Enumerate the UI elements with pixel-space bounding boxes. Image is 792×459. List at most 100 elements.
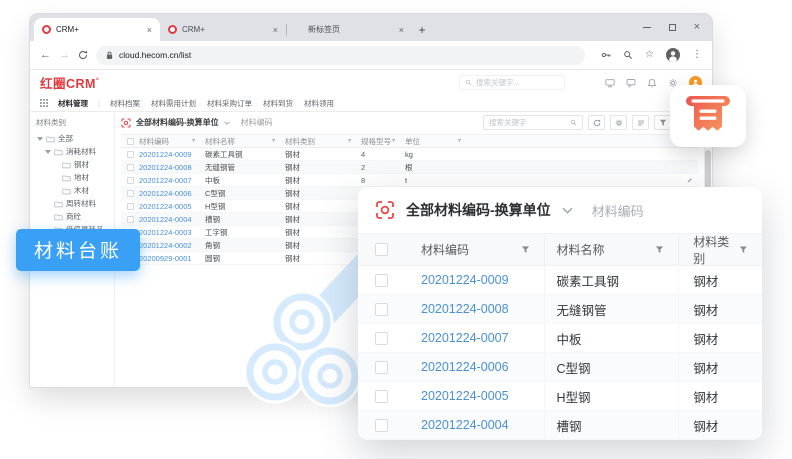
filter-funnel-icon[interactable] (739, 245, 748, 255)
filter-funnel-icon[interactable] (457, 138, 462, 144)
table-row[interactable]: 20201224-0008 无缝钢管 钢材 2 根 (121, 161, 698, 174)
browser-tab[interactable]: CRM+ × (160, 18, 286, 41)
material-code-link[interactable]: 20201224-0006 (404, 353, 545, 381)
close-button[interactable]: × (694, 22, 700, 33)
material-code-link[interactable]: 20201224-0007 (139, 176, 205, 185)
row-checkbox[interactable] (375, 361, 388, 374)
view-title[interactable]: 全部材料编码-换算单位 (136, 117, 219, 128)
overlay-table-row[interactable]: 20201224-0008 无缝钢管 钢材 (358, 295, 762, 324)
url-bar[interactable]: cloud.hecom.cn/list (96, 46, 585, 65)
new-tab-button[interactable]: + (412, 18, 432, 41)
columns-button[interactable] (632, 115, 649, 130)
column-header[interactable]: 单位 (405, 135, 471, 147)
select-all-checkbox[interactable] (375, 243, 388, 256)
back-icon[interactable]: ← (40, 50, 51, 61)
column-header[interactable]: 材料编码 (139, 135, 205, 147)
nav-item[interactable]: 材料领用 (304, 98, 334, 109)
tree-item[interactable]: 周转材料 (36, 197, 114, 210)
tree-item[interactable]: 消耗材料 (36, 145, 114, 158)
tab-close-icon[interactable]: × (273, 25, 278, 35)
column-header[interactable]: 材料名称 (205, 135, 285, 147)
row-checkbox[interactable] (375, 390, 388, 403)
tree-item[interactable]: 地材 (36, 171, 114, 184)
scan-expand-icon[interactable] (121, 118, 131, 128)
profile-avatar-icon[interactable] (666, 48, 680, 62)
tree-item[interactable]: 木材 (36, 184, 114, 197)
material-code-link[interactable]: 20200929-0001 (139, 254, 205, 263)
row-checkbox[interactable] (127, 151, 134, 158)
nav-item[interactable]: 材料需用计划 (151, 98, 196, 109)
tree-item[interactable]: 商砼 (36, 210, 114, 223)
column-header[interactable]: 材料编码 (404, 234, 545, 265)
row-checkbox[interactable] (127, 177, 134, 184)
caret-down-icon[interactable] (37, 137, 43, 141)
material-code-link[interactable]: 20201224-0009 (139, 150, 205, 159)
browser-menu-icon[interactable]: ⋮ (692, 50, 702, 60)
browser-tab[interactable]: CRM+ × (34, 18, 160, 41)
key-icon[interactable] (601, 50, 611, 60)
column-header[interactable]: 材料类别 (285, 135, 361, 147)
row-checkbox[interactable] (127, 216, 134, 223)
select-all-checkbox[interactable] (127, 138, 134, 145)
row-checkbox[interactable] (375, 419, 388, 432)
maximize-button[interactable] (669, 24, 676, 31)
nav-item[interactable]: 材料采购订单 (207, 98, 252, 109)
desktop-icon[interactable] (605, 78, 615, 88)
overlay-table-row[interactable]: 20201224-0007 中板 钢材 (358, 324, 762, 353)
table-row[interactable]: 20201224-0009 碳素工具钢 钢材 4 kg (121, 148, 698, 161)
overlay-title[interactable]: 全部材料编码-换算单位 (406, 200, 551, 220)
row-checkbox[interactable] (127, 203, 134, 210)
filter-funnel-icon[interactable] (655, 245, 664, 255)
chevron-down-icon[interactable] (562, 207, 573, 214)
row-checkbox[interactable] (127, 164, 134, 171)
reload-icon[interactable] (78, 50, 88, 60)
filter-funnel-icon[interactable] (271, 138, 276, 144)
tab-close-icon[interactable]: × (147, 25, 152, 35)
column-header[interactable]: 规格型号 (361, 135, 405, 147)
nav-primary[interactable]: 材料管理 (58, 98, 88, 109)
filter-funnel-icon[interactable] (347, 138, 352, 144)
material-code-link[interactable]: 20201224-0007 (404, 324, 545, 352)
overlay-table-row[interactable]: 20201224-0009 碳素工具钢 钢材 (358, 266, 762, 295)
chevron-down-icon[interactable] (224, 121, 230, 125)
apps-grid-icon[interactable] (40, 99, 48, 107)
edit-pencil-icon[interactable] (687, 177, 693, 183)
browser-tab[interactable]: 新标签页 × (286, 18, 412, 41)
tab-close-icon[interactable]: × (399, 25, 404, 35)
filter-button[interactable] (654, 115, 671, 130)
material-code-link[interactable]: 20201224-0003 (139, 228, 205, 237)
row-checkbox[interactable] (375, 332, 388, 345)
material-code-link[interactable]: 20201224-0004 (139, 215, 205, 224)
scan-expand-icon[interactable] (375, 200, 395, 220)
forward-icon[interactable]: → (59, 50, 70, 61)
material-code-link[interactable]: 20201224-0004 (404, 411, 545, 439)
material-code-link[interactable]: 20201224-0005 (139, 202, 205, 211)
material-code-link[interactable]: 20201224-0002 (139, 241, 205, 250)
tree-item[interactable]: 全部 (36, 132, 114, 145)
list-search-input[interactable]: 搜索关键字 (483, 115, 583, 130)
minimize-button[interactable] (643, 27, 651, 28)
filter-funnel-icon[interactable] (521, 245, 530, 255)
bookmark-star-icon[interactable]: ☆ (645, 50, 654, 60)
material-code-link[interactable]: 20201224-0009 (404, 266, 545, 294)
nav-item[interactable]: 材料到货 (263, 98, 293, 109)
refresh-button[interactable] (588, 115, 605, 130)
column-header[interactable]: 材料类别 (679, 234, 762, 265)
caret-down-icon[interactable] (45, 150, 51, 154)
table-row[interactable]: 20201224-0007 中板 钢材 8 t (121, 174, 698, 187)
row-checkbox[interactable] (375, 274, 388, 287)
nav-item[interactable]: 材料档案 (110, 98, 140, 109)
message-icon[interactable] (626, 78, 636, 88)
column-header[interactable]: 材料名称 (545, 234, 680, 265)
row-checkbox[interactable] (127, 190, 134, 197)
overlay-table-row[interactable]: 20201224-0006 C型钢 钢材 (358, 353, 762, 382)
global-search-input[interactable]: 搜索关键字... (459, 75, 565, 90)
material-code-link[interactable]: 20201224-0008 (404, 295, 545, 323)
zoom-icon[interactable] (623, 50, 633, 60)
row-checkbox[interactable] (375, 303, 388, 316)
overlay-table-row[interactable]: 20201224-0005 H型钢 钢材 (358, 382, 762, 411)
filter-funnel-icon[interactable] (391, 138, 396, 144)
material-code-link[interactable]: 20201224-0005 (404, 382, 545, 410)
settings-button[interactable] (610, 115, 627, 130)
filter-funnel-icon[interactable] (191, 138, 196, 144)
